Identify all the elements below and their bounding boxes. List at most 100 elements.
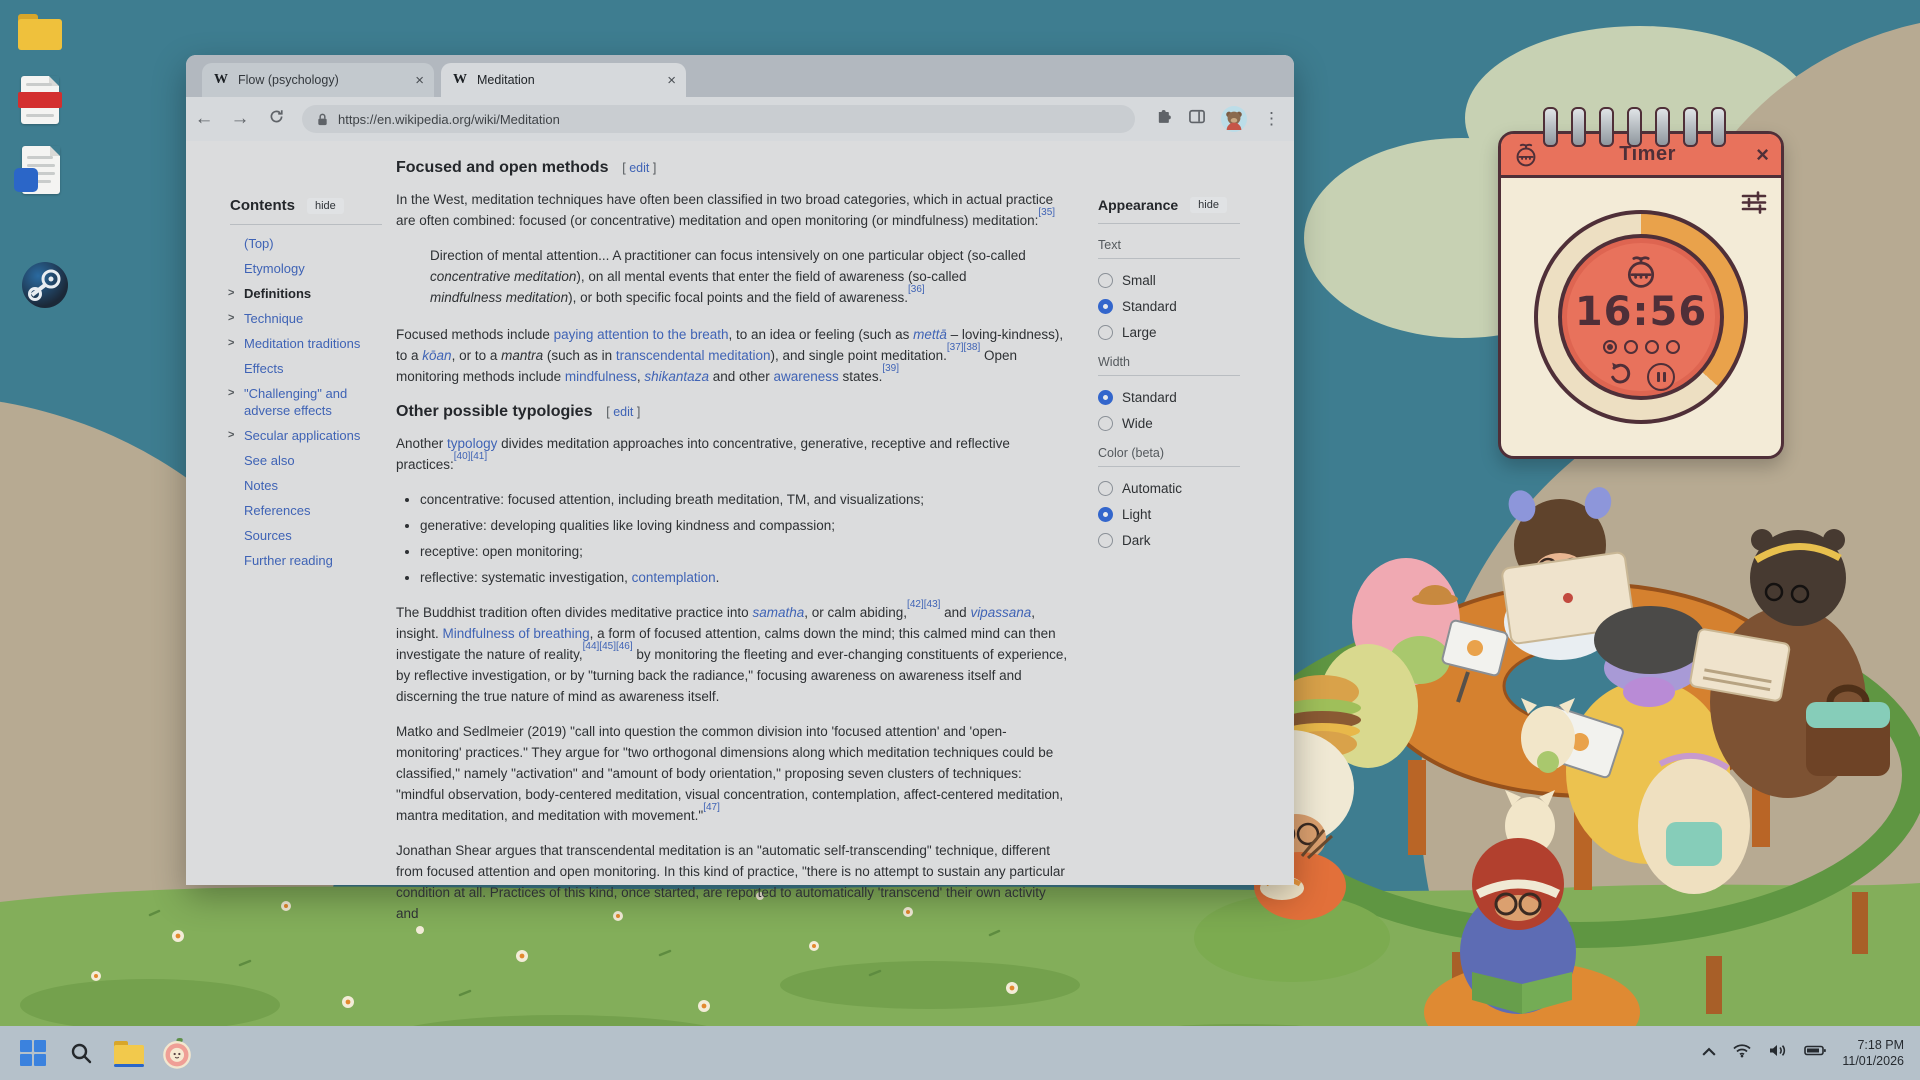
start-button[interactable] [18, 1038, 48, 1068]
radio-icon[interactable] [1098, 273, 1113, 288]
close-icon[interactable]: × [1756, 144, 1769, 166]
reload-icon[interactable] [258, 108, 294, 131]
paragraph: Matko and Sedlmeier (2019) "call into qu… [396, 721, 1068, 826]
side-panel-icon[interactable] [1187, 107, 1207, 132]
toc-item[interactable]: See also [230, 452, 382, 469]
volume-icon[interactable] [1768, 1043, 1788, 1063]
appearance-panel: Appearance hide TextSmallStandardLargeWi… [1098, 141, 1240, 885]
chevron-right-icon[interactable]: > [228, 385, 234, 402]
radio-icon[interactable] [1098, 325, 1113, 340]
paragraph: The Buddhist tradition often divides med… [396, 602, 1068, 707]
extensions-icon[interactable] [1153, 107, 1173, 132]
toc-item[interactable]: >"Challenging" and adverse effects [230, 385, 382, 419]
radio-icon[interactable] [1098, 416, 1113, 431]
toc-item[interactable]: Effects [230, 360, 382, 377]
toc-item[interactable]: >Secular applications [230, 427, 382, 444]
spiral-ring [1571, 107, 1586, 147]
toc-item[interactable]: Sources [230, 527, 382, 544]
tab-title: Flow (psychology) [238, 73, 407, 87]
spiral-ring [1683, 107, 1698, 147]
clock-time: 7:18 PM [1842, 1037, 1904, 1053]
appearance-title: Appearance [1098, 197, 1178, 213]
paragraph: Focused methods include paying attention… [396, 324, 1068, 387]
close-tab-icon[interactable]: × [667, 72, 676, 89]
toc-item-label: Effects [244, 361, 284, 376]
article-body: Focused and open methods [ edit ] In the… [396, 141, 1068, 885]
tomato-timer-app-button[interactable] [162, 1038, 192, 1068]
section-heading: Focused and open methods [396, 159, 608, 176]
chevron-right-icon[interactable]: > [228, 335, 234, 352]
tray-chevron-up-icon[interactable] [1702, 1044, 1716, 1062]
toc-item[interactable]: >Technique [230, 310, 382, 327]
session-dot [1603, 340, 1617, 354]
wifi-icon[interactable] [1732, 1043, 1752, 1063]
radio-option-standard[interactable]: Standard [1098, 293, 1240, 319]
edit-link[interactable]: [ edit ] [606, 405, 640, 419]
tab-meditation[interactable]: W Meditation × [441, 63, 686, 97]
radio-option-standard[interactable]: Standard [1098, 384, 1240, 410]
chevron-right-icon[interactable]: > [228, 310, 234, 327]
contents-title: Contents [230, 197, 295, 214]
pause-button[interactable] [1647, 363, 1675, 391]
toc-item[interactable]: >Meditation traditions [230, 335, 382, 352]
windows-icon [20, 1040, 46, 1066]
radio-icon[interactable] [1098, 299, 1113, 314]
blockquote: Direction of mental attention... A pract… [430, 245, 1038, 308]
taskbar-clock[interactable]: 7:18 PM 11/01/2026 [1842, 1037, 1904, 1069]
close-tab-icon[interactable]: × [415, 72, 424, 89]
radio-option-light[interactable]: Light [1098, 501, 1240, 527]
radio-icon[interactable] [1098, 507, 1113, 522]
session-dot [1624, 340, 1638, 354]
clock-date: 11/01/2026 [1842, 1053, 1904, 1069]
radio-option-label: Automatic [1122, 481, 1182, 496]
toc-item[interactable]: >Definitions [230, 285, 382, 302]
pdf-document-icon [21, 76, 59, 124]
timer-time: 16:56 [1575, 292, 1707, 332]
wikipedia-favicon-icon: W [451, 72, 469, 88]
toc-item[interactable]: References [230, 502, 382, 519]
toc-item-label: Sources [244, 528, 292, 543]
browser-toolbar: ← → https://en.wikipedia.org/wiki/Medita… [186, 97, 1294, 141]
appearance-hide-button[interactable]: hide [1190, 197, 1227, 213]
desktop-icon-folder[interactable] [18, 14, 62, 50]
radio-option-dark[interactable]: Dark [1098, 527, 1240, 553]
radio-option-automatic[interactable]: Automatic [1098, 475, 1240, 501]
radio-icon[interactable] [1098, 481, 1113, 496]
contents-hide-button[interactable]: hide [307, 198, 344, 214]
spiral-ring [1599, 107, 1614, 147]
tomato-icon [1623, 254, 1659, 290]
edit-link[interactable]: [ edit ] [622, 161, 656, 175]
radio-option-wide[interactable]: Wide [1098, 410, 1240, 436]
wikipedia-favicon-icon: W [212, 72, 230, 88]
toc-item[interactable]: (Top) [230, 235, 382, 252]
session-dots [1603, 340, 1680, 354]
toc-item[interactable]: Notes [230, 477, 382, 494]
desktop-icon-steam[interactable] [22, 262, 68, 308]
chevron-right-icon[interactable]: > [228, 285, 234, 302]
taskbar: 7:18 PM 11/01/2026 [0, 1026, 1920, 1080]
radio-icon[interactable] [1098, 533, 1113, 548]
toc-item[interactable]: Etymology [230, 260, 382, 277]
toc-item[interactable]: Further reading [230, 552, 382, 569]
radio-option-small[interactable]: Small [1098, 267, 1240, 293]
tomato-app-icon [162, 1037, 192, 1069]
search-button[interactable] [66, 1038, 96, 1068]
forward-icon[interactable]: → [222, 108, 258, 130]
radio-option-large[interactable]: Large [1098, 319, 1240, 345]
wikipedia-page: Contents hide (Top) Etymology >Definitions… [186, 141, 1294, 885]
url-bar[interactable]: https://en.wikipedia.org/wiki/Meditation [302, 105, 1135, 133]
menu-icon[interactable]: ⋮ [1261, 109, 1282, 129]
back-icon[interactable]: ← [186, 108, 222, 130]
file-explorer-button[interactable] [114, 1038, 144, 1068]
timer-settings-icon[interactable] [1741, 190, 1767, 219]
browser-window: W Flow (psychology) × W Meditation × ← → [186, 55, 1294, 885]
tab-flow-psychology[interactable]: W Flow (psychology) × [202, 63, 434, 97]
restart-icon[interactable] [1607, 360, 1635, 393]
radio-option-label: Wide [1122, 416, 1153, 431]
chevron-right-icon[interactable]: > [228, 427, 234, 444]
battery-icon[interactable] [1804, 1044, 1826, 1062]
radio-icon[interactable] [1098, 390, 1113, 405]
profile-avatar[interactable] [1221, 106, 1247, 132]
toc-item-label: Further reading [244, 553, 333, 568]
radio-option-label: Dark [1122, 533, 1151, 548]
